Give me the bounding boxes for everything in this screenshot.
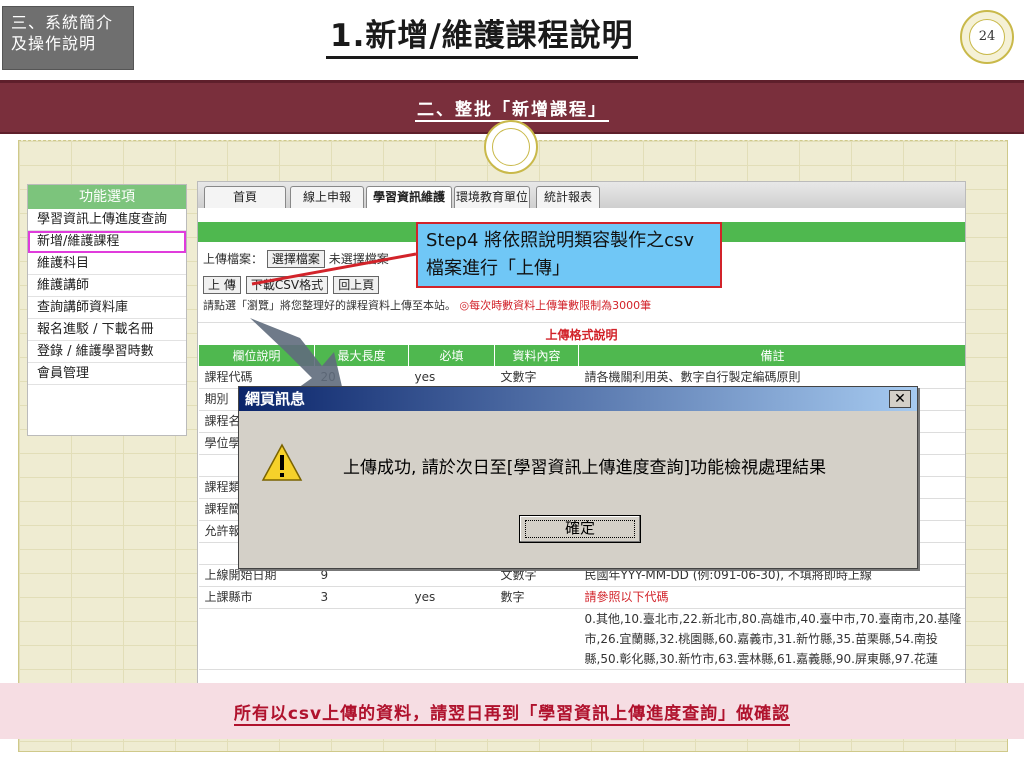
warning-icon <box>261 443 303 481</box>
dialog-message: 上傳成功, 請於次日至[學習資訊上傳進度查詢]功能檢視處理結果 <box>343 458 827 478</box>
note-text: 所有以csv上傳的資料，請翌日再到「學習資訊上傳進度查詢」做確認 <box>233 704 791 726</box>
slide: 三、系統簡介 及操作說明 1.新增/維護課程說明 24 二、整批「新增課程」 功… <box>0 0 1024 768</box>
annotation-arrows <box>250 252 417 404</box>
dialog-title: 網頁訊息 <box>239 387 917 411</box>
ok-button[interactable]: 確定 <box>519 515 641 543</box>
bottom-note: 所有以csv上傳的資料，請翌日再到「學習資訊上傳進度查詢」做確認 <box>0 683 1024 739</box>
close-icon[interactable]: ✕ <box>889 390 911 408</box>
red-pointer-line <box>251 252 417 286</box>
alert-dialog: 網頁訊息 ✕ 上傳成功, 請於次日至[學習資訊上傳進度查詢]功能檢視處理結果 確… <box>238 386 918 569</box>
